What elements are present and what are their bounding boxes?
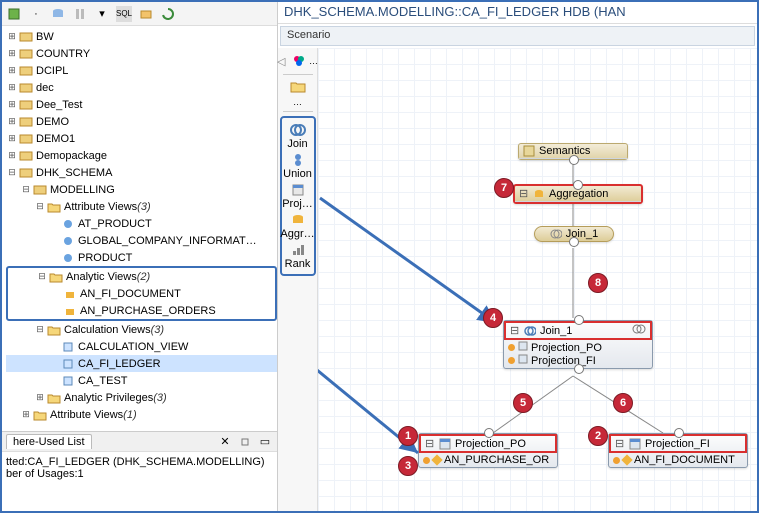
marker-1: 1 <box>398 426 418 446</box>
editor-title: DHK_SCHEMA.MODELLING::CA_FI_LEDGER HDB (… <box>278 2 757 24</box>
separator-icon: · <box>28 6 44 22</box>
tree-folder-attribute-views-2[interactable]: ⊞Attribute Views(1) <box>6 406 277 423</box>
tree-leaf-an-purchase-orders[interactable]: AN_PURCHASE_ORDERS <box>8 302 275 319</box>
palette-union[interactable]: Union <box>283 152 312 180</box>
palette-projection[interactable]: Proj… <box>282 182 313 210</box>
where-used-text: ber of Usages:1 <box>6 468 273 480</box>
new-icon[interactable] <box>6 6 22 22</box>
join-indicator-icon <box>632 324 646 337</box>
where-used-text: tted:CA_FI_LEDGER (DHK_SCHEMA.MODELLING) <box>6 456 273 468</box>
marker-3: 3 <box>398 456 418 476</box>
tree-item[interactable]: ⊞Dee_Test <box>6 96 277 113</box>
minimize-icon[interactable]: ▭ <box>257 434 273 450</box>
navigator-tree[interactable]: ⊞BW ⊞COUNTRY ⊞DCIPL ⊞dec ⊞Dee_Test ⊞DEMO… <box>2 26 277 431</box>
marker-6: 6 <box>613 393 633 413</box>
tree-item[interactable]: ⊞COUNTRY <box>6 45 277 62</box>
tree-leaf-an-fi-document[interactable]: AN_FI_DOCUMENT <box>8 285 275 302</box>
node-semantics[interactable]: Semantics <box>518 143 628 160</box>
tree-item[interactable]: ⊞Demopackage <box>6 147 277 164</box>
scenario-canvas[interactable]: Semantics ⊟Aggregation 7 Join_1 8 ⊟Jo <box>318 48 757 511</box>
tree-folder-analytic-privileges[interactable]: ⊞Analytic Privileges(3) <box>6 389 277 406</box>
tree-item[interactable]: ⊞BW <box>6 28 277 45</box>
palette-rank[interactable]: Rank <box>285 242 311 270</box>
tree-folder-analytic-views[interactable]: ⊟Analytic Views(2) <box>8 268 275 285</box>
more-icon[interactable]: ▾ <box>94 6 110 22</box>
tree-leaf[interactable]: CA_TEST <box>6 372 277 389</box>
palette-folder-icon[interactable] <box>290 79 306 95</box>
tree-leaf[interactable]: CALCULATION_VIEW <box>6 338 277 355</box>
tree-folder-attribute-views[interactable]: ⊟Attribute Views(3) <box>6 198 277 215</box>
tree-leaf[interactable]: AT_PRODUCT <box>6 215 277 232</box>
tree-item[interactable]: ⊞DCIPL <box>6 62 277 79</box>
palette-back-icon[interactable]: ◁ <box>277 55 289 68</box>
palette-colors-icon[interactable] <box>291 53 307 69</box>
scenario-label: Scenario <box>280 26 755 46</box>
editor-panel: DHK_SCHEMA.MODELLING::CA_FI_LEDGER HDB (… <box>278 2 757 511</box>
tree-item-modelling[interactable]: ⊟MODELLING <box>6 181 277 198</box>
navigator-panel: · ▾ SQL ⊞BW ⊞COUNTRY ⊞DCIPL ⊞dec ⊞Dee_Te… <box>2 2 278 511</box>
palette-more-icon[interactable]: … <box>293 97 302 107</box>
navigator-toolbar: · ▾ SQL <box>2 2 277 26</box>
marker-5: 5 <box>513 393 533 413</box>
node-join1-label[interactable]: Join_1 <box>534 226 614 242</box>
marker-8: 8 <box>588 273 608 293</box>
refresh-icon[interactable] <box>160 6 176 22</box>
package-icon[interactable] <box>138 6 154 22</box>
node-join1[interactable]: ⊟Join_1 Projection_PO Projection_FI <box>503 320 653 369</box>
palette-aggregation[interactable]: Aggr… <box>280 212 314 240</box>
palette-more-icon[interactable]: … <box>309 56 318 66</box>
tree-item[interactable]: ⊞DEMO <box>6 113 277 130</box>
sql-icon[interactable]: SQL <box>116 6 132 22</box>
tools-icon[interactable] <box>72 6 88 22</box>
db-icon[interactable] <box>50 6 66 22</box>
where-used-panel: here-Used List ✕ ▭ tted:CA_FI_LEDGER (DH… <box>2 431 277 511</box>
tab-where-used[interactable]: here-Used List <box>6 434 92 449</box>
marker-2: 2 <box>588 426 608 446</box>
palette-tools: Join Union Proj… Aggr… Rank <box>280 116 316 276</box>
tree-leaf-ca-fi-ledger[interactable]: CA_FI_LEDGER <box>6 355 277 372</box>
tree-item[interactable]: ⊞dec <box>6 79 277 96</box>
tree-leaf[interactable]: PRODUCT <box>6 249 277 266</box>
node-projection-fi[interactable]: ⊟Projection_FI AN_FI_DOCUMENT <box>608 433 748 468</box>
tree-item-dhk[interactable]: ⊟DHK_SCHEMA <box>6 164 277 181</box>
node-projection-po[interactable]: ⊟Projection_PO AN_PURCHASE_OR <box>418 433 558 468</box>
marker-7: 7 <box>494 178 514 198</box>
node-aggregation[interactable]: ⊟Aggregation <box>513 184 643 204</box>
close-icon[interactable]: ✕ <box>217 434 233 450</box>
tree-folder-calculation-views[interactable]: ⊟Calculation Views(3) <box>6 321 277 338</box>
tree-item[interactable]: ⊞DEMO1 <box>6 130 277 147</box>
tree-leaf[interactable]: GLOBAL_COMPANY_INFORMAT… <box>6 232 277 249</box>
marker-4: 4 <box>483 308 503 328</box>
palette: ◁ … … Join Union Proj… Aggr… Rank <box>278 48 318 511</box>
pin-icon[interactable] <box>237 434 253 450</box>
palette-join[interactable]: Join <box>287 122 307 150</box>
